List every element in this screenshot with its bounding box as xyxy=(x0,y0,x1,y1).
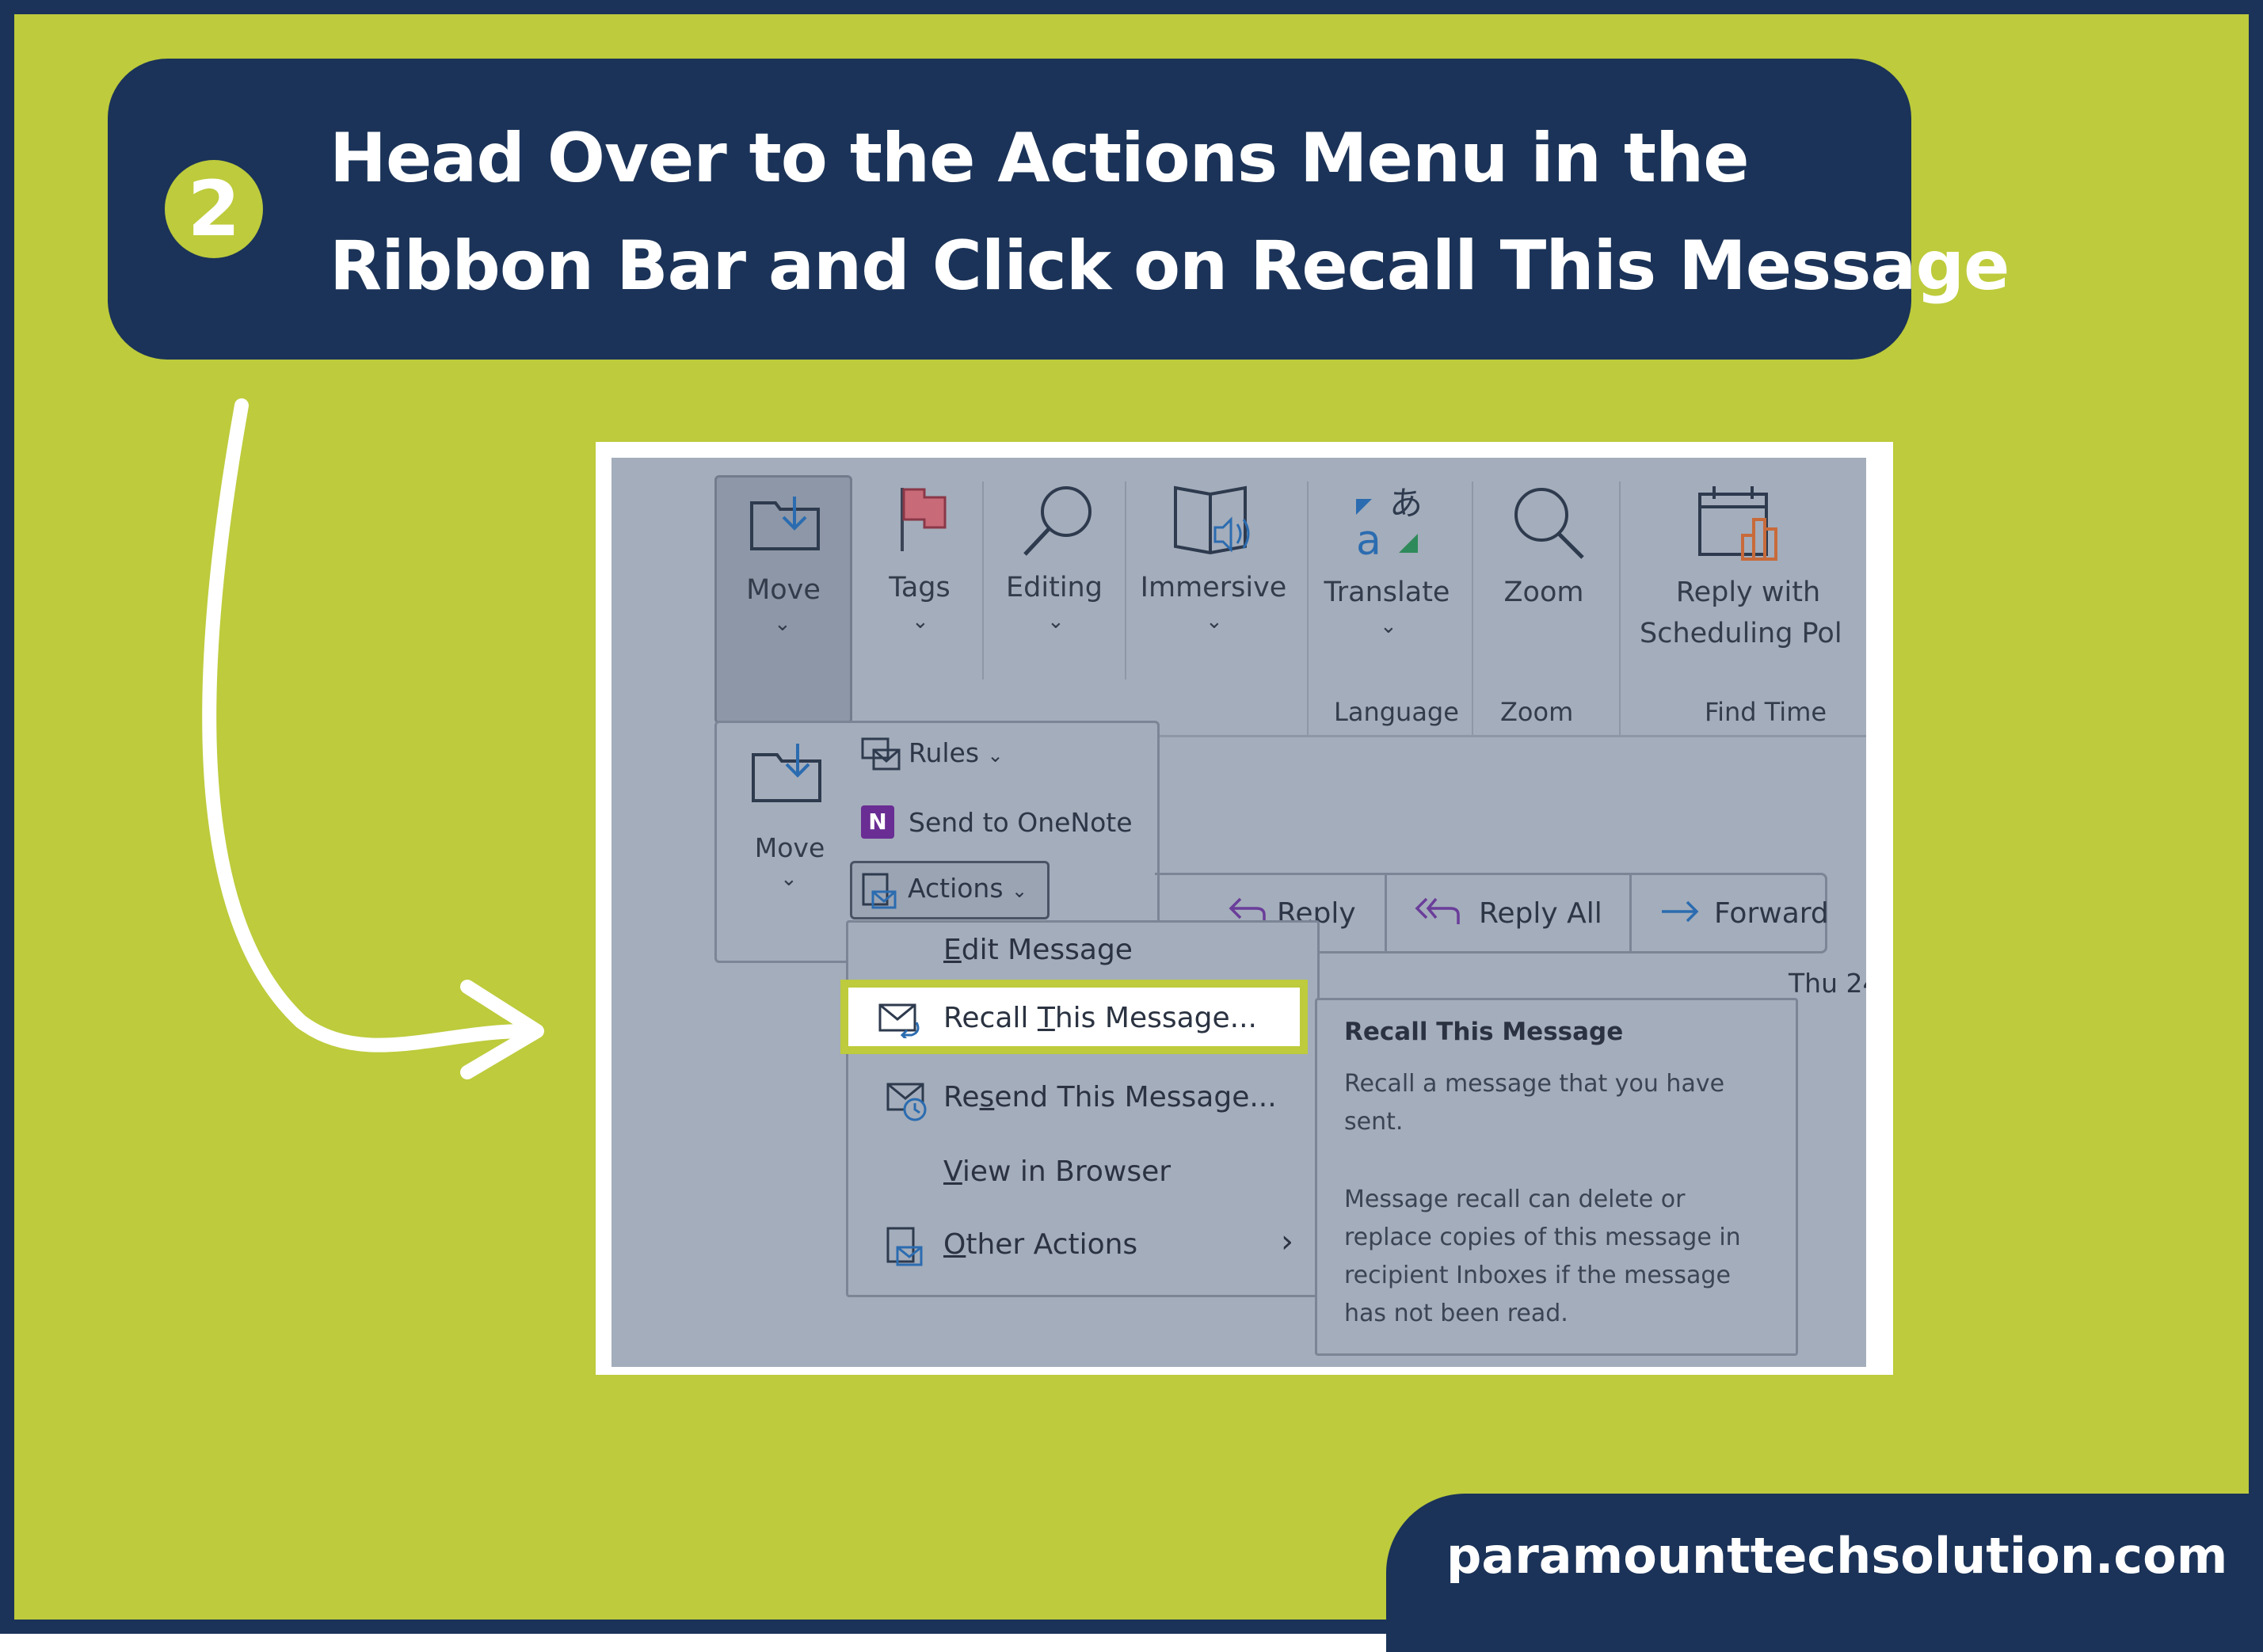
send-to-onenote-button[interactable]: N Send to OneNote xyxy=(856,794,1149,850)
actions-icon xyxy=(862,873,897,909)
rules-label: Rules ⌄ xyxy=(909,737,1004,768)
tooltip-text: Message recall can delete or xyxy=(1344,1186,1686,1213)
ribbon-tags-button[interactable]: Tags ⌄ xyxy=(860,475,979,681)
group-label-zoom: Zoom xyxy=(1500,697,1574,727)
view-in-browser-item[interactable]: View in Browser xyxy=(943,1155,1171,1188)
move-folder-icon xyxy=(750,497,820,550)
tags-label: Tags xyxy=(889,572,951,603)
tooltip-text: sent. xyxy=(1344,1108,1404,1136)
chevron-down-icon: ⌄ xyxy=(1047,610,1065,634)
other-actions-item[interactable]: Other Actions xyxy=(943,1228,1137,1261)
chevron-down-icon: ⌄ xyxy=(912,610,929,634)
move-dropdown-label[interactable]: Move xyxy=(717,832,863,863)
ribbon-zoom-button[interactable]: Zoom xyxy=(1476,475,1611,681)
rules-icon xyxy=(861,737,901,771)
screenshot-frame: Move ⌄ Tags ⌄ Editing ⌄ Immersive ⌄ あ a … xyxy=(596,442,1893,1375)
flag-icon xyxy=(901,488,947,551)
svg-text:あ: あ xyxy=(1389,484,1423,523)
recall-tooltip: Recall This Message Recall a message tha… xyxy=(1315,998,1798,1356)
actions-menu: Edit Message Recall This Message... Rese… xyxy=(840,920,1320,1297)
tooltip-text: replace copies of this message in xyxy=(1344,1224,1741,1251)
recall-envelope-icon xyxy=(878,1003,920,1038)
forward-button[interactable]: Forward xyxy=(1632,875,1829,951)
immersive-label: Immersive xyxy=(1140,572,1287,603)
zoom-label: Zoom xyxy=(1503,577,1584,608)
website-url: paramounttechsolution.com xyxy=(1446,1527,2228,1585)
chevron-down-icon: ⌄ xyxy=(1380,615,1397,638)
ribbon-reply-with-scheduling-poll-button[interactable]: Reply with Scheduling Pol xyxy=(1625,475,1866,681)
onenote-icon: N xyxy=(861,805,894,839)
search-magnifier-icon xyxy=(1023,486,1091,556)
reply-all-label: Reply All xyxy=(1479,897,1602,930)
message-date: Thu 24 xyxy=(1789,968,1866,999)
translate-label: Translate xyxy=(1324,577,1450,608)
forward-label: Forward xyxy=(1714,897,1829,930)
tooltip-text: recipient Inboxes if the message xyxy=(1344,1262,1731,1289)
calendar-chart-icon xyxy=(1698,486,1777,561)
scheduling-poll-label: Scheduling Pol xyxy=(1640,618,1842,649)
onenote-label: Send to OneNote xyxy=(909,807,1133,838)
reply-all-arrow-icon xyxy=(1415,897,1460,924)
ribbon-immersive-button[interactable]: Immersive ⌄ xyxy=(1130,475,1297,681)
rules-button[interactable]: Rules ⌄ xyxy=(856,728,1141,783)
translate-icon: あ a xyxy=(1356,484,1423,562)
edit-message-item[interactable]: Edit Message xyxy=(943,934,1133,966)
group-label-find-time: Find Time xyxy=(1705,697,1827,727)
resend-envelope-icon xyxy=(886,1083,927,1121)
chevron-right-icon: › xyxy=(1281,1224,1293,1260)
chevron-down-icon: ⌄ xyxy=(1206,610,1223,634)
ribbon-translate-button[interactable]: あ a Translate ⌄ xyxy=(1312,475,1462,681)
tooltip-text: Recall a message that you have xyxy=(1344,1070,1725,1098)
other-actions-icon xyxy=(886,1227,923,1266)
tooltip-title: Recall This Message xyxy=(1344,1018,1624,1046)
reply-with-label: Reply with xyxy=(1675,577,1821,608)
move-label: Move xyxy=(746,574,821,606)
actions-button[interactable]: Actions ⌄ xyxy=(850,861,1050,919)
outlook-screenshot: Move ⌄ Tags ⌄ Editing ⌄ Immersive ⌄ あ a … xyxy=(611,458,1866,1367)
chevron-down-icon: ⌄ xyxy=(780,867,798,891)
ribbon-move-button[interactable]: Move ⌄ xyxy=(714,475,852,724)
ribbon-editing-button[interactable]: Editing ⌄ xyxy=(987,475,1122,681)
zoom-icon xyxy=(1514,488,1584,559)
chevron-down-icon: ⌄ xyxy=(774,612,791,636)
actions-label: Actions ⌄ xyxy=(908,873,1028,904)
forward-arrow-icon xyxy=(1662,900,1699,923)
move-folder-icon xyxy=(752,744,821,802)
recall-this-message-item[interactable]: Recall This Message... xyxy=(840,980,1308,1054)
recall-this-message-label: Recall This Message... xyxy=(943,1002,1257,1034)
tooltip-text: has not been read. xyxy=(1344,1300,1568,1327)
resend-this-message-item[interactable]: Resend This Message... xyxy=(943,1081,1277,1113)
ribbon-bar: Move ⌄ Tags ⌄ Editing ⌄ Immersive ⌄ あ a … xyxy=(611,458,1866,737)
svg-text:a: a xyxy=(1356,517,1381,562)
group-label-language: Language xyxy=(1334,697,1459,727)
reply-all-button[interactable]: Reply All xyxy=(1387,875,1632,951)
immersive-reader-icon xyxy=(1174,485,1250,555)
editing-label: Editing xyxy=(1006,572,1103,603)
